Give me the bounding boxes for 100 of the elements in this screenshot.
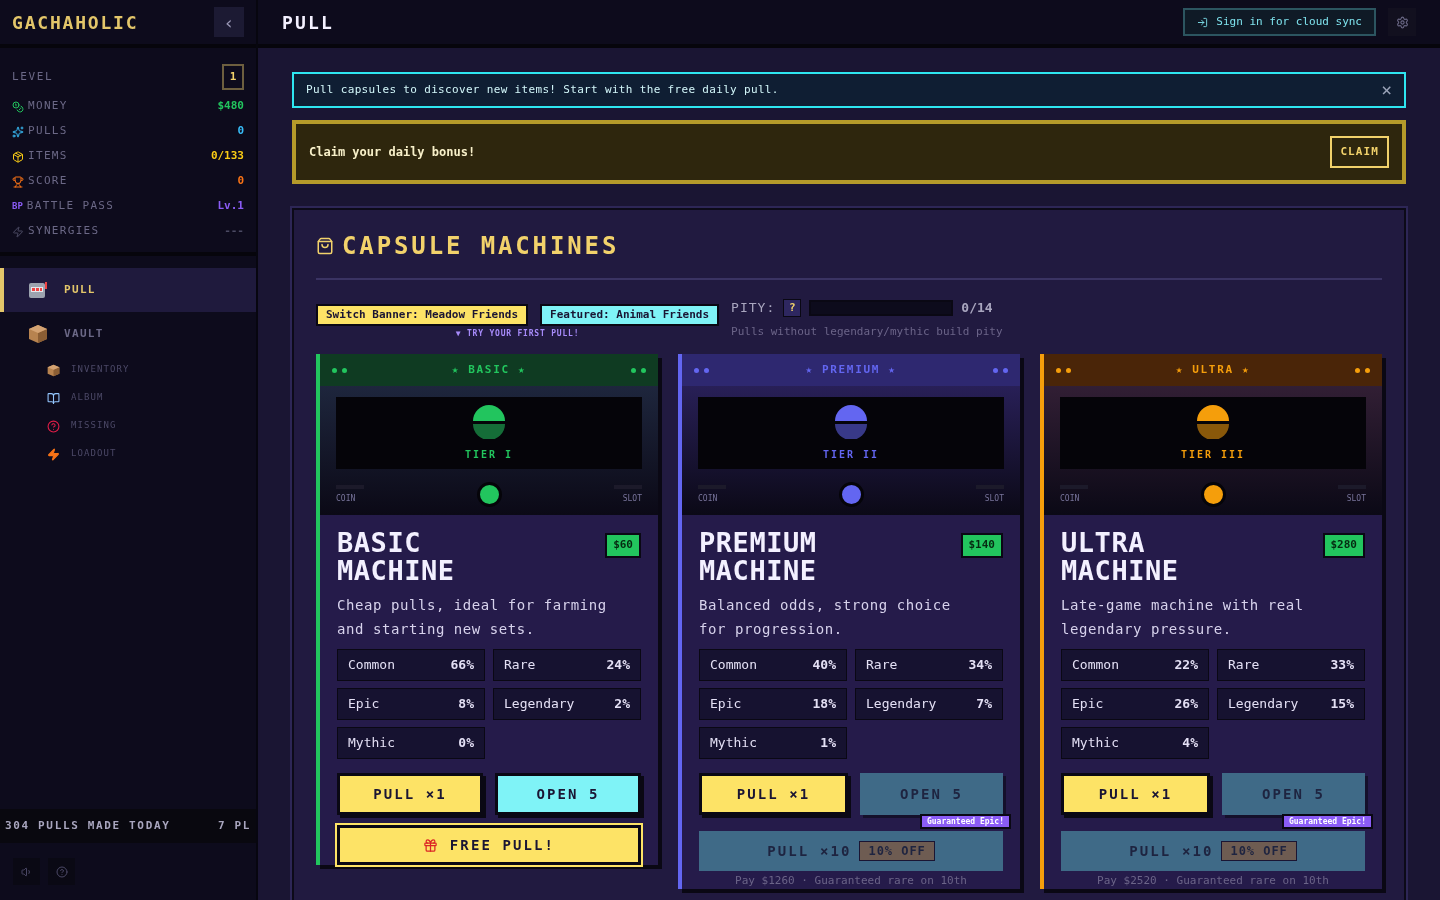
featured-banner-button[interactable]: Featured: Animal Friends [540, 304, 719, 326]
help-button[interactable] [48, 858, 75, 885]
ticker-text: 304 PULLS MADE TODAY [5, 817, 171, 834]
coin-label: COIN [1060, 484, 1088, 505]
pity-help-button[interactable]: ? [783, 298, 802, 317]
machine-tier-label: ★ PREMIUM ★ [805, 361, 897, 378]
rarity-chance: 22% [1174, 656, 1198, 675]
price-tag: $140 [960, 533, 1003, 558]
bolt-icon [47, 447, 60, 461]
sound-button[interactable] [13, 858, 40, 885]
nav-item[interactable]: PULL [0, 268, 256, 312]
dots-icon [1056, 367, 1071, 373]
pull-one-button[interactable]: PULL ×1 [699, 773, 848, 815]
rarity-name: Mythic [710, 734, 757, 753]
machine-title: PREMIUM MACHINE [699, 529, 818, 585]
machine-description: Late-game machine with real legendary pressure. [1061, 596, 1305, 639]
bonus-text: Claim your daily bonus! [309, 144, 476, 161]
rarity-chance: 2% [614, 695, 630, 714]
level-badge: 1 [222, 64, 244, 90]
stat-label: SCORE [28, 173, 68, 190]
stat-label: LEVEL [12, 68, 54, 85]
nav-label: PULL [64, 281, 96, 298]
dots-icon [694, 367, 709, 373]
tier-label: TIER II [822, 447, 880, 462]
coin-label: COIN [698, 484, 726, 505]
machine-title: BASIC MACHINE [337, 529, 456, 585]
rarity-name: Mythic [1072, 734, 1119, 753]
first-pull-hint: ▼ TRY YOUR FIRST PULL! [455, 328, 580, 340]
rarity-chance: 4% [1182, 734, 1198, 753]
open-five-button[interactable]: OPEN 5 [495, 773, 641, 815]
tier-label: TIER I [464, 447, 514, 462]
nav-label: ALBUM [71, 391, 104, 405]
rarity-name: Legendary [866, 695, 937, 714]
slot-label: SLOT [614, 484, 642, 505]
pity-count: 0/14 [961, 299, 993, 317]
close-button[interactable]: × [1381, 81, 1392, 99]
slot-machine-icon [28, 280, 48, 300]
ticker-text: 7 PL [217, 817, 251, 834]
rarity-chance: 34% [968, 656, 992, 675]
help-icon [55, 865, 68, 878]
nav-label: INVENTORY [71, 363, 130, 377]
settings-button[interactable] [1388, 8, 1416, 36]
rarity-name: Rare [504, 656, 536, 675]
knob-icon [1200, 482, 1226, 507]
bolt-icon [12, 225, 24, 238]
rarity-chance: 66% [450, 656, 474, 675]
pull-one-button[interactable]: PULL ×1 [1061, 773, 1210, 815]
stat-label: MONEY [28, 98, 68, 115]
rarity-name: Common [348, 656, 395, 675]
collapse-button[interactable]: ‹ [214, 7, 244, 37]
nav-label: MISSING [71, 419, 117, 433]
machine-tier-label: ★ BASIC ★ [451, 361, 527, 378]
pull-one-button[interactable]: PULL ×1 [337, 773, 483, 815]
machine-tier-label: ★ ULTRA ★ [1175, 361, 1251, 378]
sign-in-button[interactable]: Sign in for cloud sync [1183, 8, 1376, 36]
pull-ten-note: Pay $2520 · Guaranteed rare on 10th [1096, 873, 1330, 889]
free-pull-button[interactable]: FREE PULL! [337, 825, 641, 865]
nav-label: VAULT [64, 325, 104, 342]
coins-icon [12, 100, 24, 113]
stat-value: 0 [237, 123, 244, 140]
nav-label: LOADOUT [71, 447, 117, 461]
machine-description: Cheap pulls, ideal for farming and starting new sets. [337, 596, 608, 639]
sign-in-icon [1197, 16, 1209, 28]
knob-icon [838, 482, 864, 507]
app-logo: GACHAHOLIC [12, 10, 139, 35]
slot-label: SLOT [976, 484, 1004, 505]
stat-label: ITEMS [28, 148, 68, 165]
speaker-icon [20, 865, 33, 878]
slot-label: SLOT [1338, 484, 1366, 505]
price-tag: $280 [1322, 533, 1365, 558]
panel-title: CAPSULE MACHINES [342, 231, 620, 262]
rarity-name: Rare [866, 656, 898, 675]
tier-label: TIER III [1180, 447, 1246, 462]
battle-pass-icon: BP [12, 199, 23, 214]
stat-value: $480 [217, 98, 244, 115]
stat-label: PULLS [28, 123, 68, 140]
capsule-icon [835, 404, 867, 439]
pity-label: PITY: [731, 299, 776, 317]
page-title: PULL [282, 10, 334, 35]
settings-icon [1395, 15, 1409, 29]
rarity-chance: 0% [458, 734, 474, 753]
claim-button[interactable]: CLAIM [1330, 136, 1389, 168]
machine-title: ULTRA MACHINE [1061, 529, 1180, 585]
pity-note: Pulls without legendary/mythic build pity [731, 323, 1003, 340]
stat-value: Lv.1 [217, 198, 244, 215]
stat-label: SYNERGIES [28, 223, 100, 240]
box-icon [47, 363, 60, 377]
discount-tag: 10% OFF [859, 841, 935, 861]
rarity-chance: 33% [1330, 656, 1354, 675]
price-tag: $60 [605, 533, 641, 558]
trophy-icon [12, 175, 24, 188]
rarity-chance: 24% [606, 656, 630, 675]
knob-icon [476, 482, 502, 507]
rarity-chance: 26% [1174, 695, 1198, 714]
switch-banner-button[interactable]: Switch Banner: Meadow Friends [316, 304, 529, 326]
rarity-chance: 40% [812, 656, 836, 675]
rarity-name: Common [1072, 656, 1119, 675]
dots-icon [1355, 367, 1370, 373]
nav-item[interactable]: VAULT [0, 312, 256, 356]
rarity-chance: 7% [976, 695, 992, 714]
